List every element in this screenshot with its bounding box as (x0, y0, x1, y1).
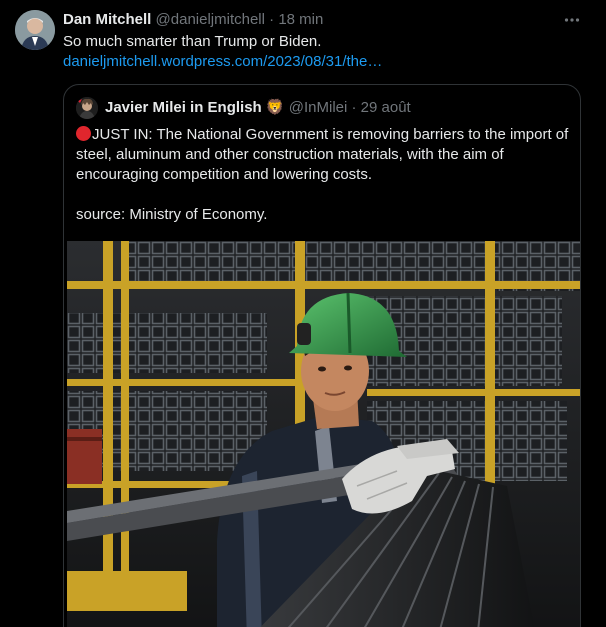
more-options-button[interactable] (562, 10, 582, 30)
quoted-text-line2: source: Ministry of Economy. (76, 206, 268, 223)
quoted-photo[interactable] (67, 241, 580, 627)
tweet-link[interactable]: danieljmitchell.wordpress.com/2023/08/31… (63, 52, 382, 72)
more-horizontal-icon (564, 18, 580, 22)
quoted-text-line1: JUST IN: The National Government is remo… (76, 126, 569, 183)
quoted-header: Javier Milei in English 🦁 @InMilei · 29 … (105, 98, 411, 118)
author-name[interactable]: Dan Mitchell (63, 11, 151, 28)
quoted-author-name[interactable]: Javier Milei in English (105, 99, 262, 116)
quoted-author-avatar[interactable] (76, 97, 98, 119)
tweet-text: So much smarter than Trump or Biden. (63, 33, 322, 50)
quoted-author-handle[interactable]: @InMilei (289, 99, 348, 116)
quoted-separator: · (351, 99, 357, 116)
tweet-header: Dan Mitchell @danieljmitchell · 18 min (63, 10, 323, 30)
header-separator: · (269, 11, 275, 28)
author-handle[interactable]: @danieljmitchell (156, 11, 265, 28)
quoted-tweet[interactable]: Javier Milei in English 🦁 @InMilei · 29 … (63, 84, 581, 627)
quoted-text: JUST IN: The National Government is remo… (76, 125, 571, 225)
lion-badge-icon: 🦁 (265, 99, 285, 116)
author-avatar[interactable] (15, 10, 55, 50)
tweet[interactable]: Dan Mitchell @danieljmitchell · 18 min S… (0, 0, 606, 627)
quoted-timestamp[interactable]: 29 août (361, 99, 411, 116)
tweet-timestamp[interactable]: 18 min (278, 11, 323, 28)
red-circle-icon (76, 126, 91, 141)
